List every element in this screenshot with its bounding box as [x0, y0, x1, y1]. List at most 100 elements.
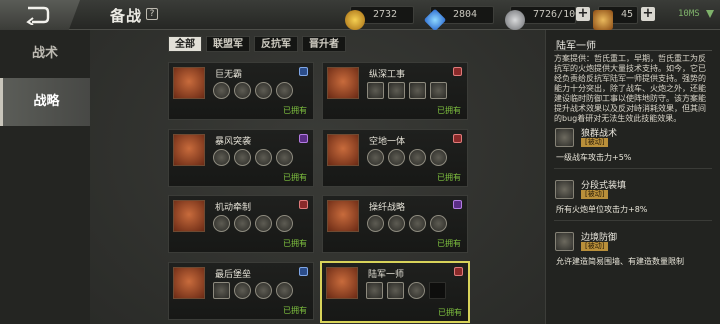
skill-icon	[213, 82, 230, 99]
page-title: 备战	[110, 7, 143, 25]
owned-label: 已拥有	[283, 173, 307, 182]
tab-tactics[interactable]: 战术	[0, 30, 90, 78]
skill-icon	[213, 215, 230, 232]
resistance-badge-icon	[299, 200, 308, 209]
last-fortress-icon	[173, 267, 205, 299]
strategy-card[interactable]: 暴风突袭 已拥有	[168, 129, 314, 187]
skill-icon	[234, 215, 251, 232]
capacity-icon	[505, 10, 525, 30]
gold-coin-icon	[345, 10, 365, 30]
fortification-icon	[327, 67, 359, 99]
skill-entry: 分段式装填 [被动] 所有火炮单位攻击力+8%	[546, 178, 720, 234]
strategy-card[interactable]: 操纤战略 已拥有	[322, 195, 468, 253]
skill-icon	[234, 149, 251, 166]
skill-icon	[388, 149, 405, 166]
network-latency: 10MS	[678, 9, 700, 19]
owned-label: 已拥有	[283, 239, 307, 248]
filter-alliance[interactable]: 联盟军	[206, 36, 250, 52]
skill-icon	[255, 149, 272, 166]
medal-value: 45	[621, 9, 634, 20]
skill-entry: 狼群战术 [被动] 一级战车攻击力+5%	[546, 126, 720, 182]
skill-icon	[366, 282, 383, 299]
gold-value: 2732	[373, 9, 398, 20]
strategy-card[interactable]: 最后堡垒 已拥有	[168, 262, 314, 320]
empty-slot	[429, 282, 446, 299]
top-bar: 备战 ? 2732 2804 7726/100 + 45 + 10MS	[0, 0, 720, 32]
skill-icon	[430, 149, 447, 166]
skill-icon	[276, 282, 293, 299]
skill-icon	[430, 82, 447, 99]
skill-icon	[367, 149, 384, 166]
card-skill-icons	[213, 82, 293, 99]
resistance-badge-icon	[453, 134, 462, 143]
owned-label: 已拥有	[437, 106, 461, 115]
storm-assault-icon	[173, 134, 205, 166]
strategy-card-selected[interactable]: 陆军一师 已拥有	[320, 261, 470, 323]
card-name: 巨无霸	[215, 70, 243, 80]
filter-ascended[interactable]: 晋升者	[302, 36, 346, 52]
card-skill-icons	[366, 282, 446, 299]
skill-icon	[234, 82, 251, 99]
card-skill-icons	[213, 215, 293, 232]
passive-tag: [被动]	[581, 190, 609, 199]
skill-icon	[276, 215, 293, 232]
card-skill-icons	[367, 215, 447, 232]
filter-all[interactable]: 全部	[168, 36, 202, 52]
skill-icon	[430, 215, 447, 232]
skill-icon	[409, 215, 426, 232]
diamond-counter: 2804	[423, 6, 494, 32]
air-ground-icon	[327, 134, 359, 166]
skill-icon	[555, 180, 574, 199]
medal-counter: 45	[593, 6, 638, 30]
back-button[interactable]	[0, 0, 80, 30]
owned-label: 已拥有	[283, 106, 307, 115]
faction-filters: 全部 联盟军 反抗军 晋升者	[168, 36, 346, 52]
alliance-badge-icon	[299, 67, 308, 76]
skill-icon	[555, 128, 574, 147]
juggernaut-icon	[173, 67, 205, 99]
skill-entry: 边境防御 [被动] 允许建造简易围墙、有建造数量限制	[546, 230, 720, 286]
strategy-card[interactable]: 纵深工事 已拥有	[322, 62, 468, 120]
owned-label: 已拥有	[437, 239, 461, 248]
gold-counter: 2732	[345, 6, 414, 30]
skill-effect: 一级战车攻击力+5%	[556, 153, 632, 162]
filter-resistance[interactable]: 反抗军	[254, 36, 298, 52]
help-icon[interactable]: ?	[146, 8, 158, 20]
alliance-badge-icon	[299, 267, 308, 276]
ascended-badge-icon	[299, 134, 308, 143]
strategy-list: 全部 联盟军 反抗军 晋升者 巨无霸 已拥有 纵深工事 已拥有 暴风突袭 已拥有…	[90, 30, 545, 324]
card-skill-icons	[367, 82, 447, 99]
add-medal-button[interactable]: +	[641, 7, 655, 21]
skill-icon	[408, 282, 425, 299]
skill-icon	[255, 215, 272, 232]
mobile-containment-icon	[173, 200, 205, 232]
tab-strategy[interactable]: 战略	[0, 78, 90, 126]
detail-panel: 陆军一师 方案提供：哲氏重工，早期，哲氏重工为反抗军的火炮提供大量技术支持。如今…	[545, 30, 720, 324]
card-name: 操纤战略	[369, 203, 406, 213]
ascended-badge-icon	[453, 200, 462, 209]
card-skill-icons	[213, 149, 293, 166]
skill-icon	[213, 149, 230, 166]
divider	[554, 220, 712, 221]
strategy-card[interactable]: 机动牵制 已拥有	[168, 195, 314, 253]
card-skill-icons	[213, 282, 293, 299]
strategy-card[interactable]: 巨无霸 已拥有	[168, 62, 314, 120]
card-name: 陆军一师	[368, 270, 405, 280]
resistance-badge-icon	[454, 267, 463, 276]
skill-icon	[555, 232, 574, 251]
diamond-value: 2804	[453, 9, 478, 20]
manipulation-strategy-icon	[327, 200, 359, 232]
owned-label: 已拥有	[437, 173, 461, 182]
card-name: 最后堡垒	[215, 270, 252, 280]
card-name: 机动牵制	[215, 203, 252, 213]
divider	[554, 168, 712, 169]
add-capacity-button[interactable]: +	[576, 7, 590, 21]
strategy-card[interactable]: 空地一体 已拥有	[322, 129, 468, 187]
resistance-badge-icon	[453, 67, 462, 76]
skill-icon	[255, 82, 272, 99]
skill-icon	[388, 215, 405, 232]
skill-icon	[234, 282, 251, 299]
card-skill-icons	[367, 149, 447, 166]
card-name: 空地一体	[369, 137, 406, 147]
skill-icon	[367, 215, 384, 232]
